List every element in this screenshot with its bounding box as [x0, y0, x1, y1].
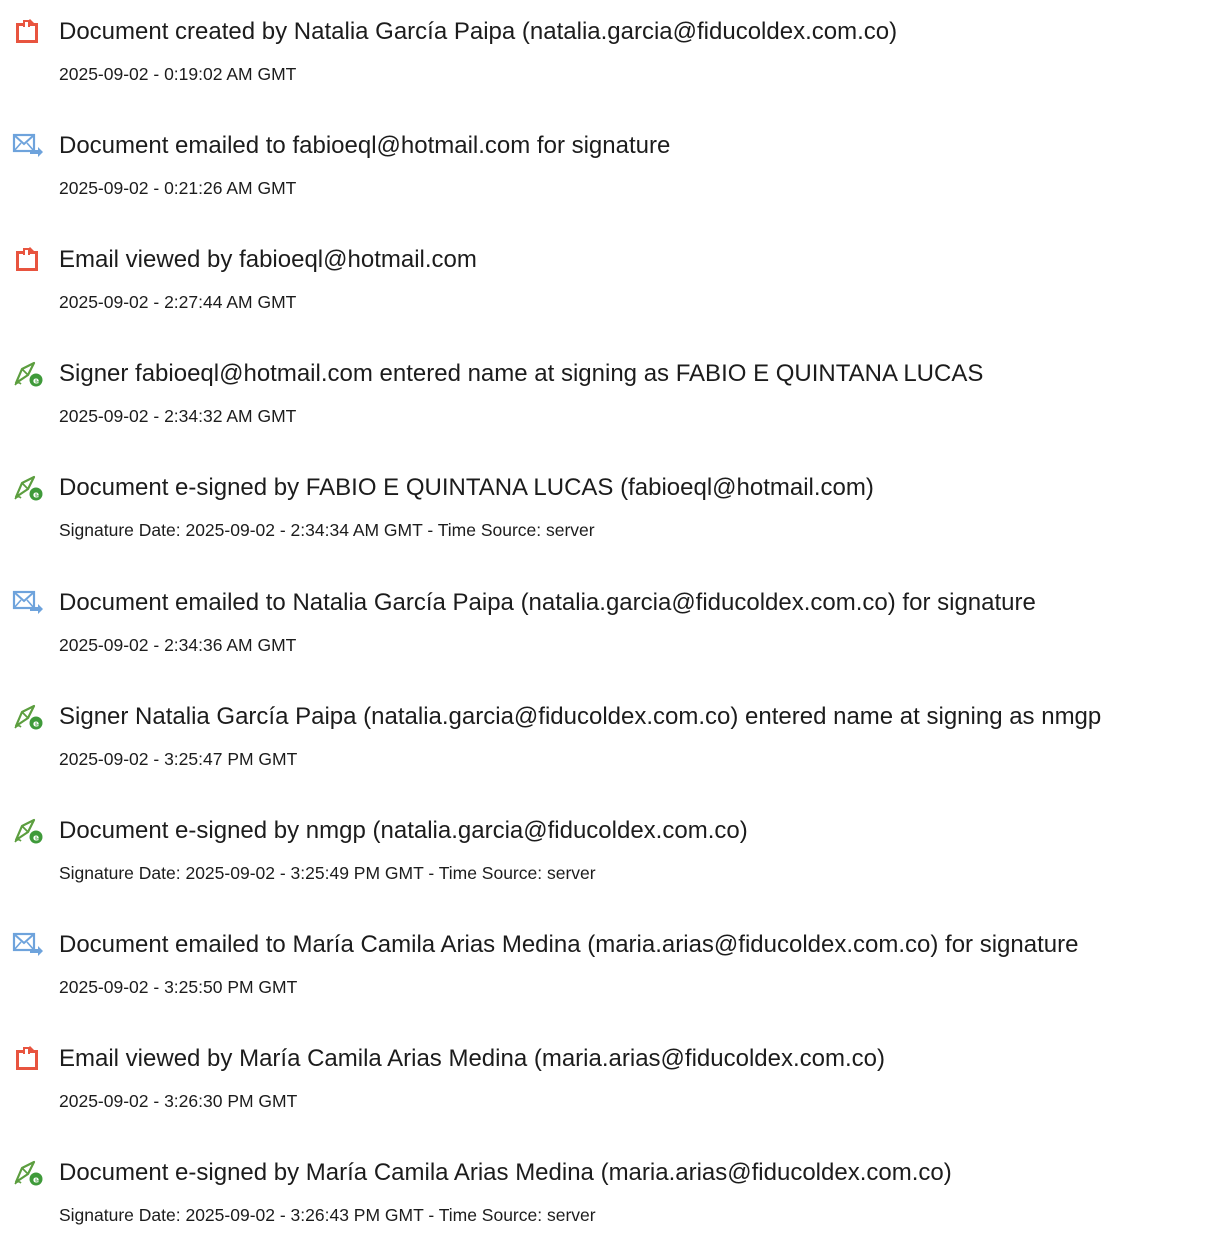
audit-event: Email viewed by fabioeql@hotmail.com 202…	[0, 245, 1219, 325]
event-timestamp: Signature Date: 2025-09-02 - 3:26:43 PM …	[59, 1205, 596, 1225]
audit-event: e Signer Natalia García Paipa (natalia.g…	[0, 702, 1219, 782]
event-timestamp: 2025-09-02 - 3:25:50 PM GMT	[59, 977, 298, 997]
event-timestamp: Signature Date: 2025-09-02 - 2:34:34 AM …	[59, 520, 595, 540]
event-description: Document emailed to María Camila Arias M…	[59, 931, 1079, 958]
event-timestamp: 2025-09-02 - 3:25:47 PM GMT	[59, 749, 298, 769]
email-sent-icon	[12, 588, 46, 618]
event-description: Document e-signed by nmgp (natalia.garci…	[59, 817, 748, 844]
event-description: Document e-signed by FABIO E QUINTANA LU…	[59, 474, 874, 501]
svg-text:e: e	[33, 720, 39, 730]
email-sent-icon	[12, 930, 46, 960]
document-viewed-icon	[12, 1044, 46, 1074]
event-timestamp: 2025-09-02 - 3:26:30 PM GMT	[59, 1091, 298, 1111]
audit-event: Document emailed to fabioeql@hotmail.com…	[0, 131, 1219, 211]
audit-event: e Document e-signed by María Camila Aria…	[0, 1158, 1219, 1238]
audit-event: Document emailed to Natalia García Paipa…	[0, 588, 1219, 668]
svg-text:e: e	[33, 491, 39, 501]
audit-event: Document emailed to María Camila Arias M…	[0, 930, 1219, 1010]
esign-pen-icon: e	[12, 702, 46, 732]
audit-event: e Document e-signed by nmgp (natalia.gar…	[0, 816, 1219, 896]
event-description: Email viewed by fabioeql@hotmail.com	[59, 246, 477, 273]
event-description: Document e-signed by María Camila Arias …	[59, 1159, 952, 1186]
event-description: Signer Natalia García Paipa (natalia.gar…	[59, 703, 1102, 730]
esign-pen-icon: e	[12, 1158, 46, 1188]
event-description: Document emailed to fabioeql@hotmail.com…	[59, 132, 671, 159]
event-timestamp: 2025-09-02 - 2:27:44 AM GMT	[59, 292, 297, 312]
event-description: Document created by Natalia García Paipa…	[59, 18, 898, 45]
email-sent-icon	[12, 131, 46, 161]
esign-pen-icon: e	[12, 359, 46, 389]
event-description: Signer fabioeql@hotmail.com entered name…	[59, 360, 984, 387]
esign-pen-icon: e	[12, 816, 46, 846]
svg-text:e: e	[33, 834, 39, 844]
event-timestamp: 2025-09-02 - 0:19:02 AM GMT	[59, 64, 297, 84]
svg-text:e: e	[33, 377, 39, 387]
event-description: Email viewed by María Camila Arias Medin…	[59, 1045, 885, 1072]
event-timestamp: 2025-09-02 - 2:34:36 AM GMT	[59, 635, 297, 655]
esign-pen-icon: e	[12, 473, 46, 503]
svg-text:e: e	[33, 1176, 39, 1186]
event-timestamp: 2025-09-02 - 0:21:26 AM GMT	[59, 178, 297, 198]
audit-event: Email viewed by María Camila Arias Medin…	[0, 1044, 1219, 1124]
document-viewed-icon	[12, 245, 46, 275]
event-timestamp: Signature Date: 2025-09-02 - 3:25:49 PM …	[59, 863, 596, 883]
audit-event: e Document e-signed by FABIO E QUINTANA …	[0, 473, 1219, 553]
audit-event: e Signer fabioeql@hotmail.com entered na…	[0, 359, 1219, 439]
event-description: Document emailed to Natalia García Paipa…	[59, 589, 1036, 616]
audit-event: Document created by Natalia García Paipa…	[0, 17, 1219, 97]
event-timestamp: 2025-09-02 - 2:34:32 AM GMT	[59, 406, 297, 426]
document-created-icon	[12, 17, 46, 47]
